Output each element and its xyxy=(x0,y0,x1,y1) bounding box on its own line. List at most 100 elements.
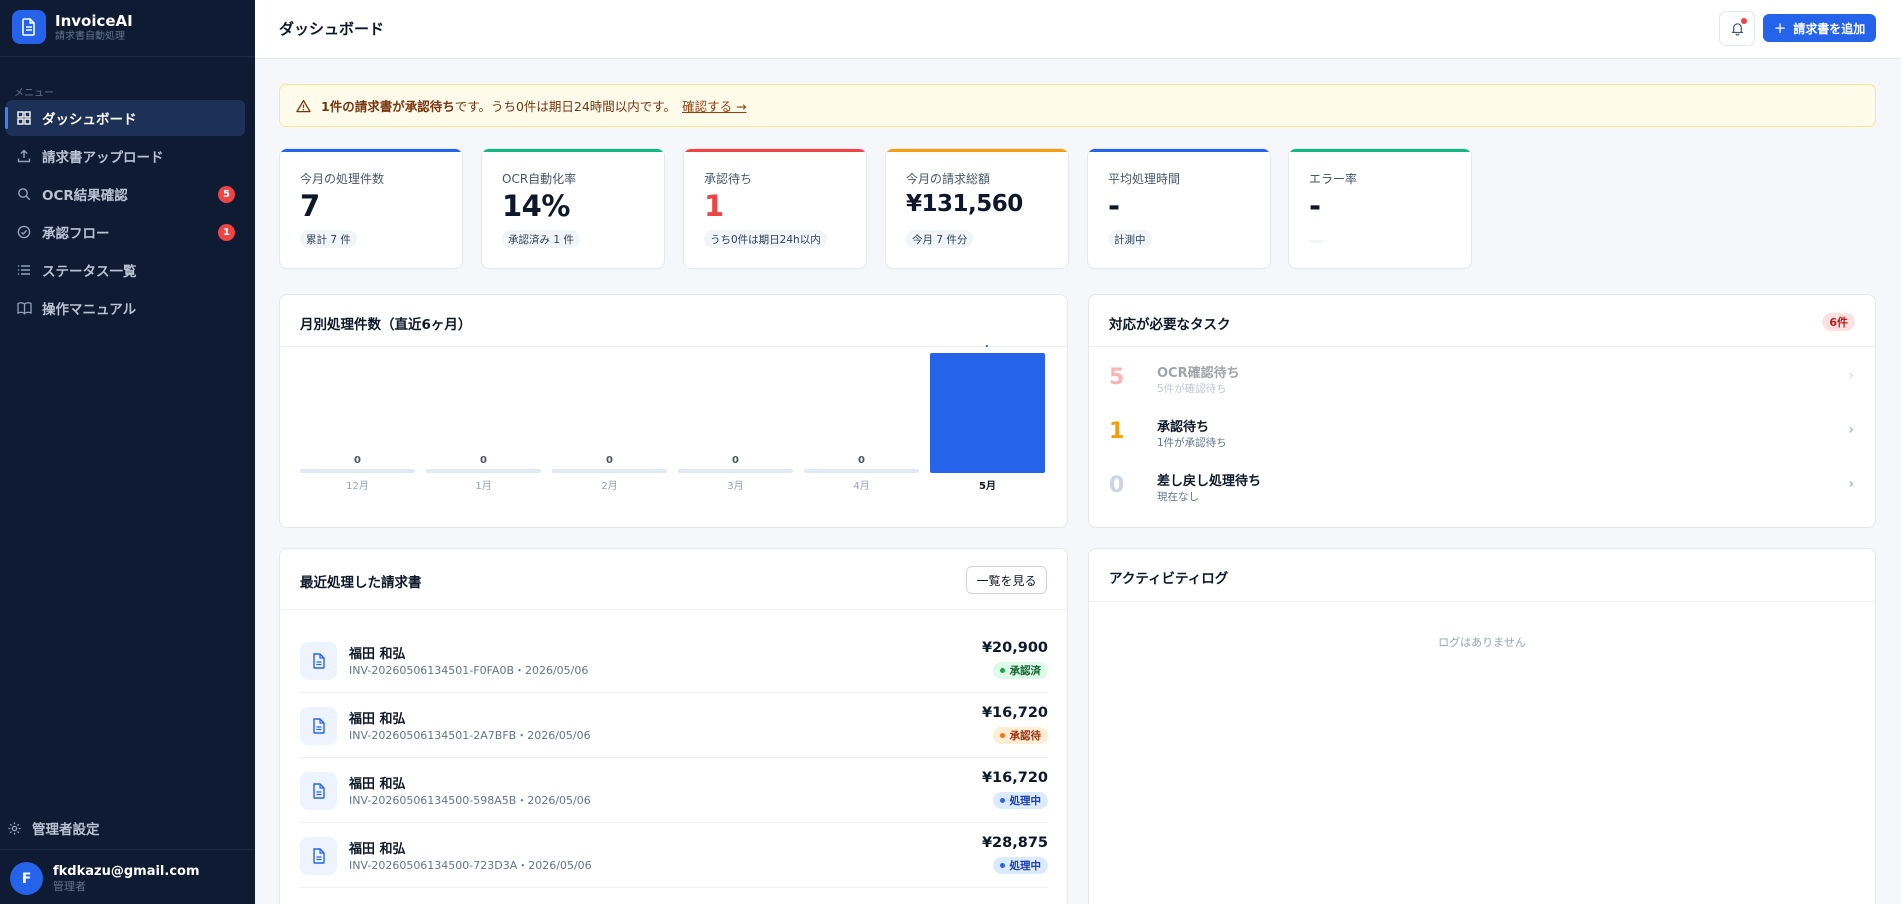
task-title: 差し戻し処理待ち xyxy=(1157,474,1262,489)
status-badge: 承認済 xyxy=(992,662,1048,679)
stat-value: 1 xyxy=(704,189,724,223)
add-invoice-button[interactable]: + 請求書を追加 xyxy=(1763,14,1876,42)
brand[interactable]: InvoiceAI 請求書自動処理 xyxy=(12,10,133,44)
divider xyxy=(0,849,255,850)
sidebar-item-2[interactable]: OCR結果確認 5 xyxy=(6,176,245,212)
invoice-amount: ¥28,875 xyxy=(981,835,1048,851)
check-circle-icon xyxy=(16,224,32,240)
sidebar-item-badge: 1 xyxy=(218,224,235,241)
invoice-row[interactable]: 福田 和弘 INV-20260506134501-2A7BFB・2026/05/0… xyxy=(300,693,1048,758)
task-count: 1 xyxy=(1109,419,1125,444)
status-badge: 処理中 xyxy=(992,792,1048,809)
chart-bar xyxy=(804,469,919,473)
task-row[interactable]: 0 差し戻し処理待ち 現在なし › xyxy=(1109,463,1854,509)
sidebar-item-1[interactable]: 請求書アップロード xyxy=(6,138,245,174)
sidebar-item-label: 操作マニュアル xyxy=(42,302,137,318)
chart-category-label: 12月 xyxy=(346,480,369,492)
status-label: 承認済 xyxy=(1009,665,1042,677)
chart-category-label: 5月 xyxy=(979,480,996,492)
stat-label: 今月の請求総額 xyxy=(906,172,991,186)
user-profile[interactable]: F fkdkazu@gmail.com 管理者 xyxy=(10,862,200,895)
document-icon xyxy=(300,837,337,875)
monthly-bar-chart: 0 12月 0 1月 0 2月 0 3月 0 4月 7 5月 xyxy=(300,345,1045,492)
page-title: ダッシュボード xyxy=(279,20,385,38)
invoice-meta: INV-20260506134500-598A5B・2026/05/06 xyxy=(349,794,591,807)
task-row[interactable]: 5 OCR確認待ち 5件が確認待ち › xyxy=(1109,355,1854,401)
tasks-panel: 対応が必要なタスク 6件 5 OCR確認待ち 5件が確認待ち › 1 承認待ち 1件が承認待… xyxy=(1088,294,1876,528)
stat-value: ¥131,560 xyxy=(906,191,1023,217)
upload-icon xyxy=(16,148,32,164)
task-row[interactable]: 1 承認待ち 1件が承認待ち › xyxy=(1109,409,1854,455)
status-badge: 処理中 xyxy=(992,857,1048,874)
chart-bar xyxy=(552,469,667,473)
invoice-amount: ¥16,720 xyxy=(981,705,1048,721)
tasks-count-badge: 6件 xyxy=(1822,313,1855,331)
plus-icon: + xyxy=(1773,19,1787,37)
stat-card: 承認待ち 1 うち0件は期日24h以内 xyxy=(683,148,867,269)
chart-bar xyxy=(930,353,1045,473)
divider xyxy=(1089,601,1875,602)
stat-label: 今月の処理件数 xyxy=(300,172,385,186)
add-invoice-label: 請求書を追加 xyxy=(1793,21,1866,36)
chart-category-label: 2月 xyxy=(601,480,617,492)
chart-bar xyxy=(678,469,793,473)
status-label: 処理中 xyxy=(1009,860,1042,872)
tasks-title: 対応が必要なタスク xyxy=(1109,317,1231,333)
task-count: 5 xyxy=(1109,365,1125,390)
monthly-chart-panel: 月別処理件数（直近6ヶ月） 0 12月 0 1月 0 2月 0 3月 0 4月 7 5月 xyxy=(279,294,1068,528)
chevron-right-icon: › xyxy=(1848,476,1854,492)
stat-accent-bar xyxy=(1088,149,1270,152)
activity-empty-message: ログはありません xyxy=(1438,636,1526,649)
sidebar: InvoiceAI 請求書自動処理 メニュー ダッシュボード 請求書アップロード O… xyxy=(0,0,255,904)
stat-label: エラー率 xyxy=(1309,172,1358,186)
search-icon xyxy=(16,186,32,202)
invoice-vendor: 福田 和弘 xyxy=(349,647,406,662)
sidebar-item-5[interactable]: 操作マニュアル xyxy=(6,290,245,326)
divider xyxy=(1089,346,1875,347)
grid-icon xyxy=(16,110,32,126)
stat-tag: 計測中 xyxy=(1108,230,1152,248)
invoice-row[interactable]: 福田 和弘 INV-20260506134501-F0FA0B・2026/05/0… xyxy=(300,628,1048,693)
task-count: 0 xyxy=(1109,473,1125,498)
sidebar-item-label: 請求書アップロード xyxy=(42,150,164,166)
stat-tag: うち0件は期日24h以内 xyxy=(704,230,827,248)
alert-confirm-link[interactable]: 確認する → xyxy=(682,96,746,115)
activity-log-panel: アクティビティログ ログはありません xyxy=(1088,548,1876,904)
sidebar-item-label: OCR結果確認 xyxy=(42,188,128,204)
stat-accent-bar xyxy=(684,149,866,152)
notification-button[interactable] xyxy=(1719,11,1755,46)
recent-title: 最近処理した請求書 xyxy=(300,575,422,591)
stat-tag: 承認済み 1 件 xyxy=(502,230,580,248)
invoice-amount: ¥16,720 xyxy=(981,770,1048,786)
stat-accent-bar xyxy=(482,149,664,152)
task-title: OCR確認待ち xyxy=(1157,366,1240,381)
invoice-row[interactable]: 福田 和弘 INV-20260506134500-598A5B・2026/05/0… xyxy=(300,758,1048,823)
sidebar-item-badge: 5 xyxy=(218,186,235,203)
stat-card: 平均処理時間 - 計測中 xyxy=(1087,148,1271,269)
chart-value-label: 0 xyxy=(606,455,613,466)
view-all-button[interactable]: 一覧を見る xyxy=(966,566,1047,594)
recent-invoices-panel: 最近処理した請求書 一覧を見る 福田 和弘 INV-20260506134501-… xyxy=(279,548,1068,904)
chart-category-label: 1月 xyxy=(475,480,491,492)
stat-card: エラー率 - xyxy=(1288,148,1472,269)
invoice-vendor: 福田 和弘 xyxy=(349,842,406,857)
book-icon xyxy=(16,300,32,316)
alert-strong-text: 1件の請求書が承認待ち xyxy=(321,99,455,114)
invoice-meta: INV-20260506134501-F0FA0B・2026/05/06 xyxy=(349,664,589,677)
status-badge: 承認待 xyxy=(992,727,1048,744)
invoice-row[interactable]: 福田 和弘 INV-20260506134500-723D3A・2026/05/0… xyxy=(300,823,1048,888)
sidebar-item-label: 承認フロー xyxy=(42,226,110,242)
chart-category-label: 3月 xyxy=(727,480,743,492)
warning-icon xyxy=(296,99,311,113)
sidebar-item-0[interactable]: ダッシュボード xyxy=(5,100,245,136)
chart-category-label: 4月 xyxy=(853,480,869,492)
divider xyxy=(280,609,1067,610)
sidebar-item-3[interactable]: 承認フロー 1 xyxy=(6,214,245,250)
admin-settings-link[interactable]: 管理者設定 xyxy=(6,815,100,841)
sidebar-item-4[interactable]: ステータス一覧 xyxy=(6,252,245,288)
document-icon xyxy=(300,642,337,680)
chart-value-label: 7 xyxy=(984,345,991,350)
sidebar-nav: ダッシュボード請求書アップロード OCR結果確認 5 承認フロー 1 ステータス一覧操作マ… xyxy=(5,100,245,328)
chart-bar xyxy=(426,469,541,473)
stat-card: OCR自動化率 14% 承認済み 1 件 xyxy=(481,148,665,269)
